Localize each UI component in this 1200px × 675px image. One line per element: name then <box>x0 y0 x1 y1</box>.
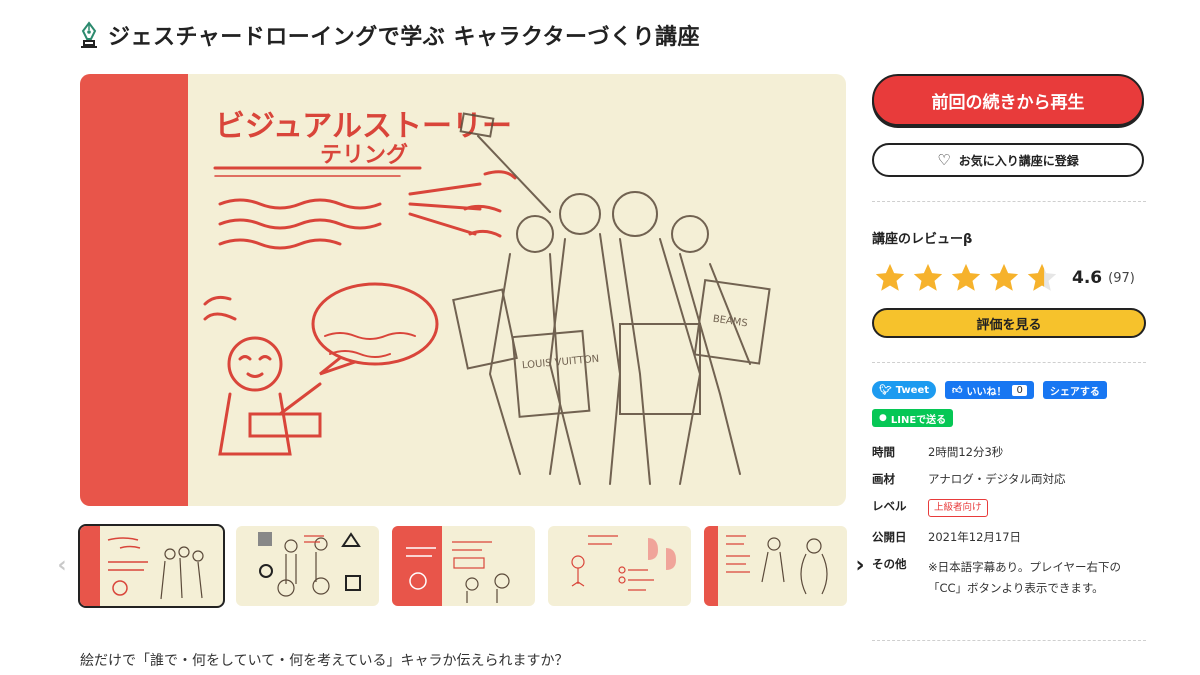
pen-nib-icon <box>81 21 97 48</box>
level-badge: 上級者向け <box>928 499 988 517</box>
thumbnail-1[interactable] <box>78 524 225 608</box>
star-full-icon <box>951 263 981 291</box>
info-key: その他 <box>872 557 907 571</box>
info-row-other: その他 ※日本語字幕あり。プレイヤー右下の「CC」ボタンより表示できます。 <box>872 557 1146 599</box>
info-row-medium: 画材 アナログ・デジタル両対応 <box>872 472 1146 486</box>
like-count: 0 <box>1012 384 1027 396</box>
divider <box>872 201 1146 202</box>
info-key: 公開日 <box>872 530 907 544</box>
star-full-icon <box>989 263 1019 291</box>
favorite-button[interactable]: ♡ お気に入り講座に登録 <box>872 143 1144 177</box>
star-half-icon <box>1027 263 1057 291</box>
facebook-share-button[interactable]: シェアする <box>1042 381 1107 399</box>
thumb-sketch <box>571 535 676 591</box>
heart-icon: ♡ <box>937 151 951 169</box>
info-row-published: 公開日 2021年12月17日 <box>872 530 1146 544</box>
star-full-icon <box>913 263 943 291</box>
info-row-level: レベル 上級者向け <box>872 499 1146 517</box>
info-key: レベル <box>872 499 907 513</box>
view-reviews-button[interactable]: 評価を見る <box>872 308 1146 338</box>
favorite-button-label: お気に入り講座に登録 <box>958 153 1079 168</box>
course-info-table: 時間 2時間12分3秒 画材 アナログ・デジタル両対応 レベル 上級者向け 公開… <box>872 445 1146 599</box>
info-value: ※日本語字幕あり。プレイヤー右下の「CC」ボタンより表示できます。 <box>928 560 1122 595</box>
line-share-button[interactable]: ● LINEで送る <box>872 409 954 427</box>
thumb-sketch <box>107 537 204 600</box>
thumb-sketch <box>406 541 510 603</box>
course-main-image[interactable]: ビジュアルストーリー テリング LOUIS VUITTON BEAMS <box>80 74 846 506</box>
thumbnail-2[interactable] <box>236 526 379 606</box>
chevron-left-icon[interactable]: ‹ <box>52 550 72 580</box>
line-label: LINEで送る <box>890 414 947 426</box>
divider <box>872 640 1146 641</box>
page-title: ジェスチャードローイングで学ぶ キャラクターづくり講座 <box>108 25 701 50</box>
resume-play-button[interactable]: 前回の続きから再生 <box>872 74 1144 126</box>
info-value: 2021年12月17日 <box>928 530 1022 544</box>
course-sidebar: 前回の続きから再生 ♡ お気に入り講座に登録 講座のレビューβ 4.6 (97)… <box>872 74 1146 612</box>
review-section-title: 講座のレビューβ <box>872 232 973 247</box>
star-full-icon <box>875 263 905 291</box>
sketch-illustration: ビジュアルストーリー テリング LOUIS VUITTON BEAMS <box>203 109 771 485</box>
sketch-heading-2: テリング <box>320 142 408 168</box>
like-label: いいね！ <box>966 386 1007 398</box>
thumbs-up-icon: 👍︎ <box>952 385 963 396</box>
thumb-sketch <box>258 532 361 597</box>
rating-stars: 4.6 (97) <box>872 261 1146 295</box>
line-logo-icon: ● <box>879 413 887 423</box>
rating-value: 4.6 <box>1072 268 1103 288</box>
info-value: 2時間12分3秒 <box>928 445 1004 459</box>
info-value: アナログ・デジタル両対応 <box>928 472 1066 486</box>
tweet-label: Tweet <box>895 384 930 396</box>
chevron-right-icon[interactable]: › <box>850 550 870 580</box>
info-row-time: 時間 2時間12分3秒 <box>872 445 1146 459</box>
course-header: ジェスチャードローイングで学ぶ キャラクターづくり講座 <box>78 18 700 52</box>
share-buttons: 🐦︎ Tweet 👍︎ いいね！ 0 シェアする <box>872 381 1146 399</box>
divider <box>872 362 1146 363</box>
bag-label-1: LOUIS VUITTON <box>522 354 600 372</box>
rating-count: (97) <box>1108 270 1135 286</box>
info-value: 上級者向け <box>928 499 1146 517</box>
info-key: 画材 <box>872 472 895 486</box>
course-description: 絵だけで「誰で・何をしていて・何を考えている」キャラか伝えられますか？ <box>80 653 569 669</box>
share-buttons-row-2: ● LINEで送る <box>872 409 1146 427</box>
facebook-like-button[interactable]: 👍︎ いいね！ 0 <box>945 381 1034 399</box>
thumbnail-5[interactable] <box>704 526 847 606</box>
bag-label-2: BEAMS <box>712 314 748 330</box>
thumb-sketch <box>726 535 828 595</box>
info-key: 時間 <box>872 445 895 459</box>
tweet-button[interactable]: 🐦︎ Tweet <box>872 381 937 399</box>
thumbnail-carousel: ‹ › <box>52 522 872 610</box>
thumbnail-4[interactable] <box>548 526 691 606</box>
twitter-bird-icon: 🐦︎ <box>879 384 892 396</box>
thumbnail-3[interactable] <box>392 526 535 606</box>
